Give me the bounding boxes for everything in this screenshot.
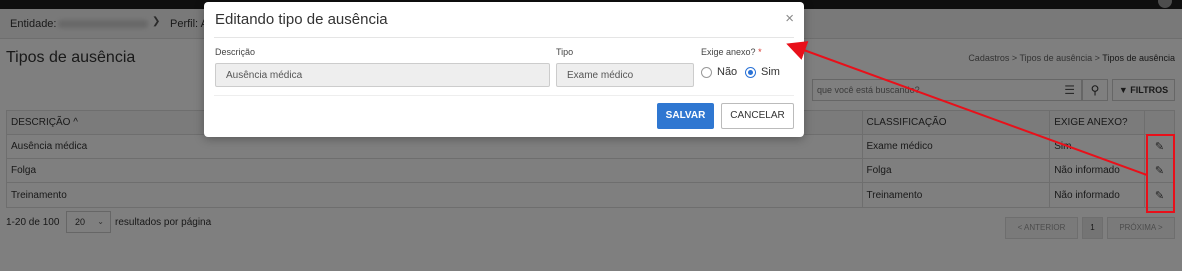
save-button[interactable]: SALVAR [657, 103, 714, 129]
radio-nao-label: Não [717, 66, 738, 78]
radio-nao[interactable]: Não [701, 66, 737, 78]
divider [214, 95, 794, 96]
tipo-label: Tipo [556, 47, 574, 57]
radio-circle [701, 66, 712, 78]
descricao-label: Descrição [215, 47, 256, 57]
tipo-field[interactable]: Exame médico [556, 63, 694, 87]
divider [214, 37, 794, 38]
exige-anexo-label: Exige anexo? * [701, 47, 762, 57]
modal-title: Editando tipo de ausência [215, 11, 388, 28]
close-icon[interactable]: × [785, 11, 794, 26]
exige-anexo-text: Exige anexo? [701, 47, 756, 57]
radio-sim[interactable]: Sim [745, 66, 780, 78]
radio-sim-label: Sim [761, 66, 780, 78]
radio-circle-selected [745, 66, 756, 78]
edit-modal: Editando tipo de ausência × Descrição Au… [204, 2, 804, 137]
required-mark: * [758, 47, 762, 57]
cancel-button[interactable]: CANCELAR [721, 103, 794, 129]
descricao-field[interactable]: Ausência médica [215, 63, 550, 87]
